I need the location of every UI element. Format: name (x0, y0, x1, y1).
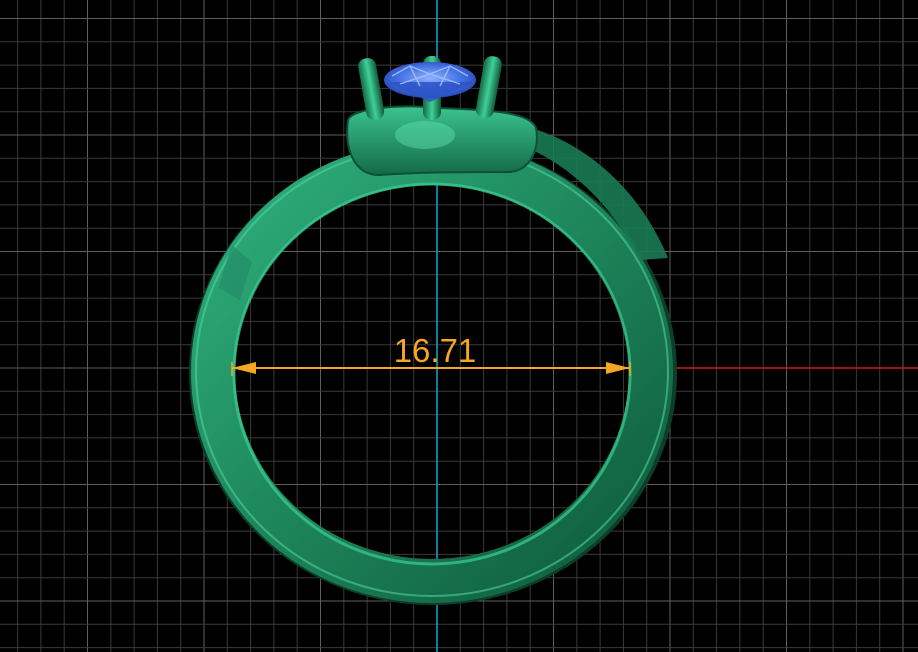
ring-model[interactable] (189, 55, 677, 605)
gemstone[interactable] (384, 62, 476, 102)
prong-right (475, 56, 502, 118)
dimension-label: 16.71 (394, 332, 477, 369)
ring-band[interactable] (191, 141, 673, 603)
dimension-arrow-right (606, 362, 630, 374)
ring-head-highlight (395, 121, 455, 149)
cad-viewport[interactable]: 16.71 (0, 0, 918, 652)
background-grid (0, 0, 918, 652)
ring-view-scene[interactable]: 16.71 (0, 0, 918, 652)
